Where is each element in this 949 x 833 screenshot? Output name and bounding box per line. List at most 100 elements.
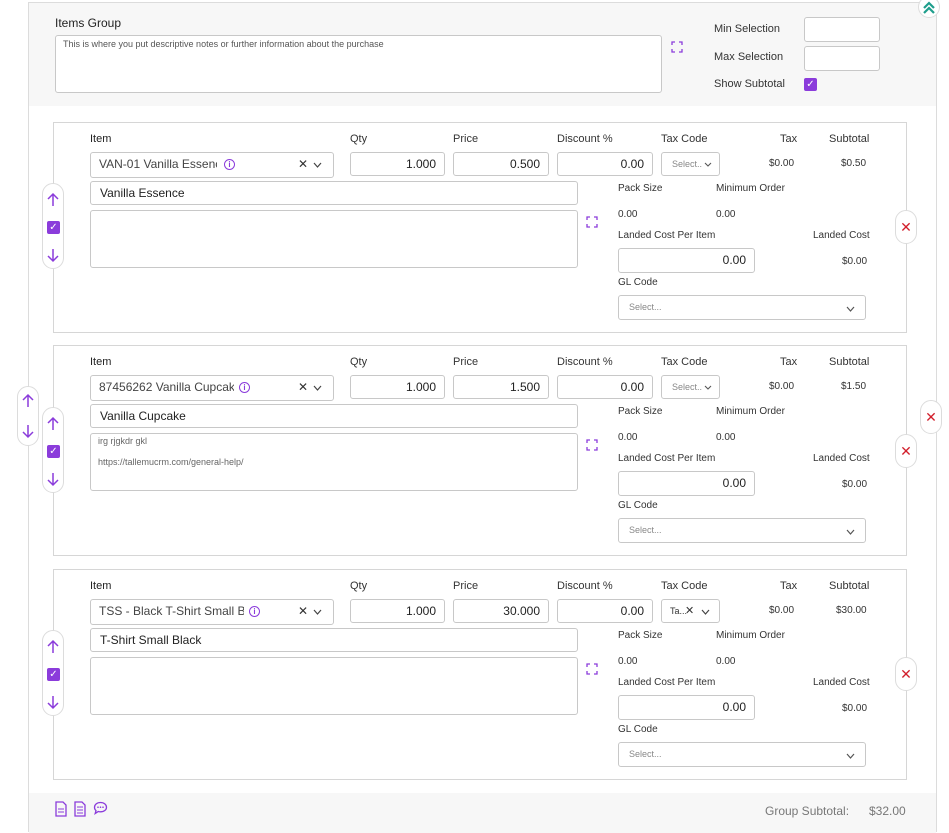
- price-input[interactable]: 1.500: [453, 375, 549, 399]
- gl-code-value: Select...: [629, 525, 662, 535]
- subtotal-value: $0.50: [841, 158, 867, 169]
- remove-group-button[interactable]: ✕: [920, 400, 942, 434]
- document-icon[interactable]: [54, 801, 68, 817]
- clear-x-icon[interactable]: ✕: [685, 600, 694, 623]
- line-select-checkbox[interactable]: ✓: [47, 668, 60, 681]
- tax-value: $0.00: [769, 605, 795, 616]
- price-column-label: Price: [453, 580, 479, 592]
- qty-input[interactable]: 1.000: [350, 599, 445, 623]
- landed-cost-per-item-input[interactable]: 0.00: [618, 248, 755, 273]
- arrow-down-icon[interactable]: [18, 423, 38, 442]
- chevron-down-icon: [846, 753, 855, 759]
- chevron-down-icon: [704, 385, 712, 390]
- pack-size-label: Pack Size: [618, 630, 663, 641]
- description-input[interactable]: Vanilla Cupcake: [90, 404, 578, 428]
- group-subtotal-value: $32.00: [869, 804, 906, 818]
- arrow-up-icon[interactable]: [43, 416, 63, 437]
- line-select-checkbox[interactable]: ✓: [47, 221, 60, 234]
- remove-line-button[interactable]: ✕: [895, 210, 917, 244]
- item-select[interactable]: TSS - Black T-Shirt Small Bl... i ✕: [90, 599, 334, 625]
- pack-size-value: 0.00: [618, 209, 638, 220]
- arrow-down-icon[interactable]: [43, 694, 63, 715]
- max-selection-label: Max Selection: [714, 51, 784, 63]
- line-notes-textarea[interactable]: [90, 210, 578, 268]
- landed-cost-per-item-input[interactable]: 0.00: [618, 695, 755, 720]
- discount-input[interactable]: 0.00: [557, 599, 653, 623]
- collapse-button[interactable]: [918, 0, 940, 18]
- expand-icon[interactable]: [586, 216, 598, 228]
- item-select-value: TSS - Black T-Shirt Small Bl...: [99, 604, 244, 618]
- minimum-order-label: Minimum Order: [716, 183, 785, 194]
- pack-size-value: 0.00: [618, 656, 638, 667]
- group-move-control: [17, 386, 39, 446]
- item-column-label: Item: [90, 356, 112, 368]
- gl-code-select[interactable]: Select...: [618, 518, 866, 543]
- expand-icon[interactable]: [671, 41, 683, 53]
- landed-cost-value: $0.00: [842, 479, 868, 490]
- subtotal-column-label: Subtotal: [829, 356, 870, 368]
- info-icon[interactable]: i: [239, 382, 250, 393]
- line-select-checkbox[interactable]: ✓: [47, 445, 60, 458]
- tax-code-value: Select..: [672, 382, 703, 392]
- min-selection-input[interactable]: [804, 17, 880, 42]
- chevron-down-icon: [704, 162, 712, 167]
- tax-column-label: Tax: [780, 580, 798, 592]
- subtotal-column-label: Subtotal: [829, 133, 870, 145]
- line-notes-textarea[interactable]: irg rjgkdr gkl https://tallemucrm.com/ge…: [90, 433, 578, 491]
- clear-x-icon[interactable]: ✕: [298, 600, 308, 623]
- item-select[interactable]: VAN-01 Vanilla Essence i ✕: [90, 152, 334, 178]
- clear-x-icon[interactable]: ✕: [298, 153, 308, 176]
- gl-code-select[interactable]: Select...: [618, 742, 866, 767]
- discount-input[interactable]: 0.00: [557, 152, 653, 176]
- subtotal-value: $1.50: [841, 381, 867, 392]
- line-move-control: ✓: [42, 183, 64, 269]
- description-input[interactable]: T-Shirt Small Black: [90, 628, 578, 652]
- group-notes-text: This is where you put descriptive notes …: [63, 39, 384, 49]
- expand-icon[interactable]: [586, 663, 598, 675]
- qty-input[interactable]: 1.000: [350, 152, 445, 176]
- remove-line-button[interactable]: ✕: [895, 434, 917, 468]
- price-input[interactable]: 30.000: [453, 599, 549, 623]
- qty-column-label: Qty: [350, 356, 368, 368]
- document-lines-icon[interactable]: [73, 801, 87, 817]
- remove-line-button[interactable]: ✕: [895, 657, 917, 691]
- tax-code-select[interactable]: Ta... ✕: [661, 599, 720, 623]
- double-chevron-up-icon: [923, 1, 935, 14]
- info-icon[interactable]: i: [249, 606, 260, 617]
- item-column-label: Item: [90, 133, 112, 145]
- gl-code-label: GL Code: [618, 724, 658, 735]
- arrow-down-icon[interactable]: [43, 471, 63, 492]
- info-icon[interactable]: i: [224, 159, 235, 170]
- arrow-up-icon[interactable]: [43, 639, 63, 660]
- show-subtotal-checkbox[interactable]: ✓: [804, 78, 817, 91]
- price-input[interactable]: 0.500: [453, 152, 549, 176]
- arrow-up-icon[interactable]: [43, 192, 63, 213]
- comment-icon[interactable]: [93, 801, 108, 815]
- discount-column-label: Discount %: [557, 580, 613, 592]
- tax-code-select[interactable]: Select..: [661, 375, 720, 399]
- tax-code-select[interactable]: Select..: [661, 152, 720, 176]
- close-icon: ✕: [925, 409, 937, 425]
- arrow-up-icon[interactable]: [18, 393, 38, 412]
- chevron-down-icon[interactable]: [313, 385, 322, 391]
- line-notes-line2: [91, 664, 577, 670]
- gl-code-label: GL Code: [618, 500, 658, 511]
- landed-cost-per-item-label: Landed Cost Per Item: [618, 677, 716, 688]
- expand-icon[interactable]: [586, 439, 598, 451]
- discount-input[interactable]: 0.00: [557, 375, 653, 399]
- item-select-value: 87456262 Vanilla Cupcake: [99, 380, 234, 394]
- clear-x-icon[interactable]: ✕: [298, 376, 308, 399]
- landed-cost-per-item-input[interactable]: 0.00: [618, 471, 755, 496]
- item-select[interactable]: 87456262 Vanilla Cupcake i ✕: [90, 375, 334, 401]
- description-input[interactable]: Vanilla Essence: [90, 181, 578, 205]
- line-notes-line1: irg rjgkdr gkl: [98, 436, 148, 446]
- chevron-down-icon[interactable]: [313, 162, 322, 168]
- close-icon: ✕: [900, 219, 912, 235]
- gl-code-select[interactable]: Select...: [618, 295, 866, 320]
- qty-input[interactable]: 1.000: [350, 375, 445, 399]
- arrow-down-icon[interactable]: [43, 247, 63, 268]
- line-notes-textarea[interactable]: [90, 657, 578, 715]
- group-notes-textarea[interactable]: This is where you put descriptive notes …: [55, 35, 662, 93]
- chevron-down-icon[interactable]: [313, 609, 322, 615]
- max-selection-input[interactable]: [804, 46, 880, 71]
